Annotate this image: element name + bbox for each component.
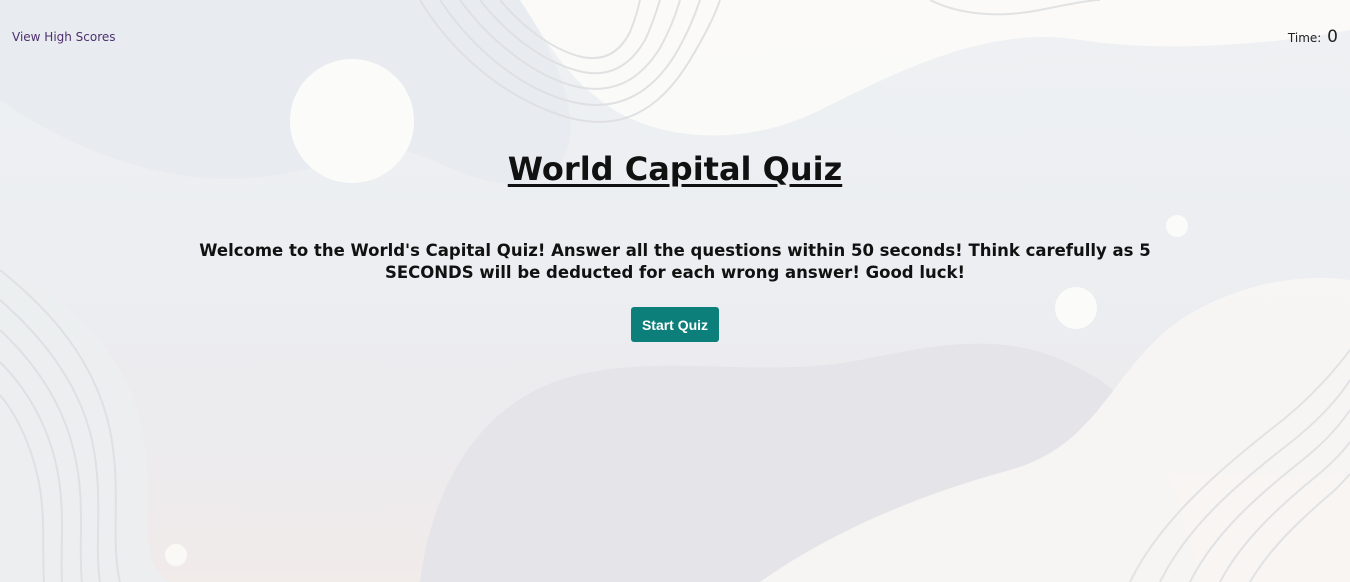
start-quiz-button[interactable]: Start Quiz xyxy=(631,307,719,342)
timer-label: Time: xyxy=(1287,31,1322,45)
timer: Time: 0 xyxy=(1288,27,1338,47)
quiz-instructions: Welcome to the World's Capital Quiz! Ans… xyxy=(199,241,1151,282)
background-art xyxy=(0,0,1350,582)
timer-value: 0 xyxy=(1327,27,1338,47)
page-title: World Capital Quiz xyxy=(507,150,843,188)
view-high-scores-link[interactable]: View High Scores xyxy=(12,30,116,44)
